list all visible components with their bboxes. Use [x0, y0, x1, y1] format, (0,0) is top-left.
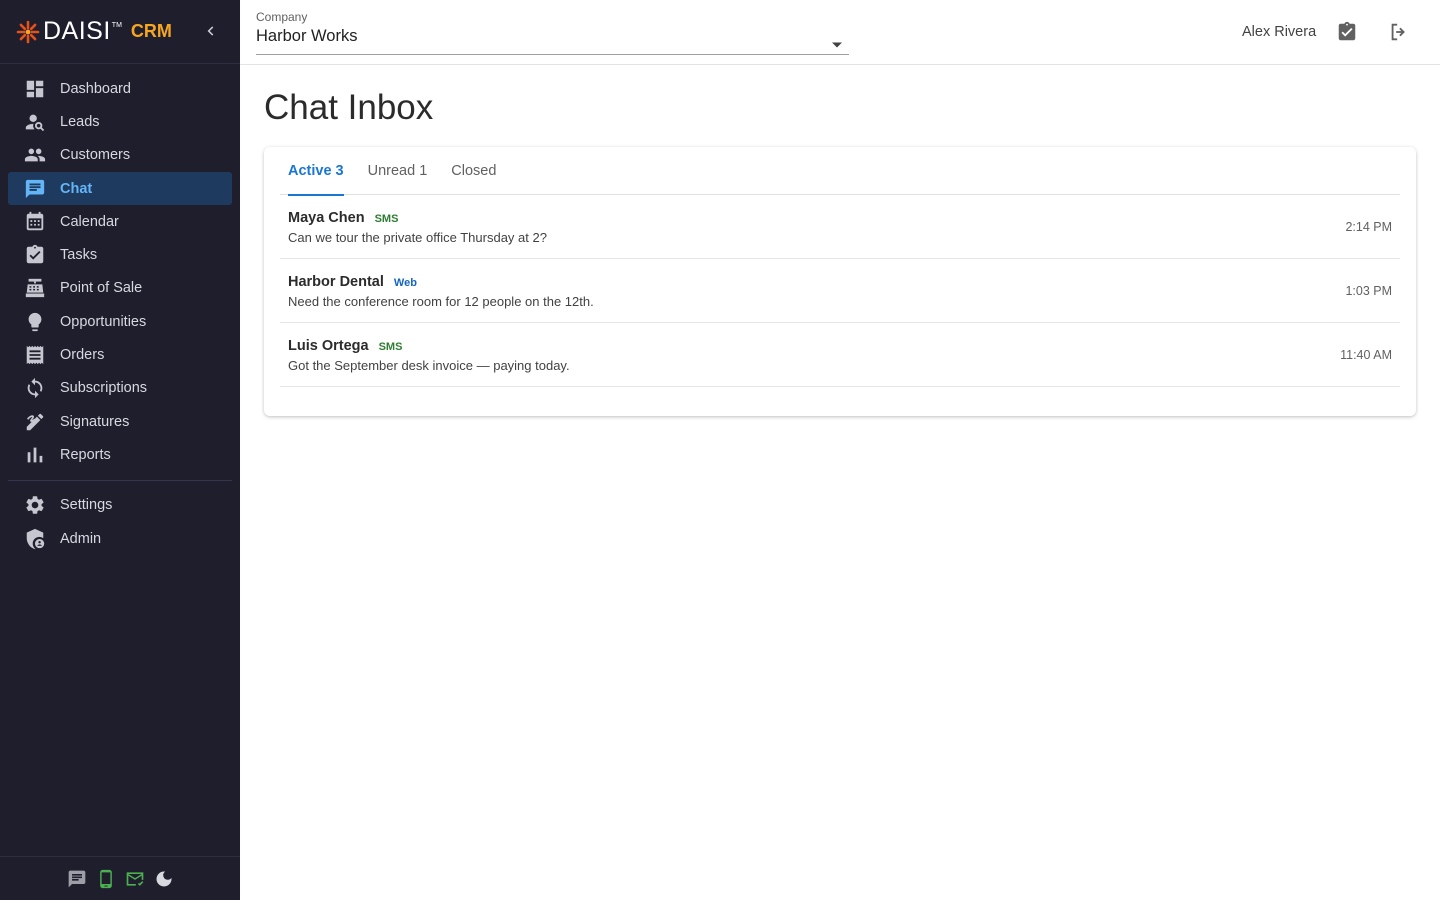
nav-label: Point of Sale [60, 280, 143, 297]
page-title: Chat Inbox [264, 88, 434, 127]
signature-icon [24, 411, 46, 433]
conversation-header: Harbor Dental Web [288, 274, 417, 290]
nav-item-orders[interactable]: Orders [8, 338, 232, 371]
top-bar: Company Harbor Works Alex Rivera [240, 0, 1440, 65]
nav-item-reports[interactable]: Reports [8, 438, 232, 471]
message-preview: Got the September desk invoice — paying … [288, 358, 570, 373]
sidebar-footer [0, 856, 240, 900]
nav-item-subscriptions[interactable]: Subscriptions [8, 372, 232, 405]
brand-product: CRM [130, 21, 172, 41]
nav-item-signatures[interactable]: Signatures [8, 405, 232, 438]
chat-inbox-card: Active 3 Unread 1 Closed Maya Chen SMS Ca… [264, 147, 1416, 416]
company-value: Harbor Works [256, 27, 358, 45]
lightbulb-icon [24, 311, 46, 333]
conversation-list: Maya Chen SMS Can we tour the private off… [280, 195, 1400, 387]
mail-check-icon[interactable] [125, 869, 145, 889]
main-nav: Dashboard Leads Customers Chat Calendar [0, 64, 240, 472]
daisy-flower-icon [16, 20, 40, 43]
nav-divider [8, 479, 232, 481]
conversation-row[interactable]: Harbor Dental Web Need the conference roo… [280, 259, 1400, 323]
conversation-header: Luis Ortega SMS [288, 338, 402, 354]
nav-item-settings[interactable]: Settings [8, 489, 232, 522]
nav-label: Settings [60, 497, 113, 514]
brand-header: DAISI TM CRM [0, 0, 240, 64]
nav-item-dashboard[interactable]: Dashboard [8, 72, 232, 105]
company-label: Company [256, 10, 308, 24]
nav-item-tasks[interactable]: Tasks [8, 238, 232, 271]
tab-closed[interactable]: Closed [451, 147, 496, 195]
message-preview: Need the conference room for 12 people o… [288, 294, 594, 309]
secondary-nav: Settings Admin [0, 489, 240, 556]
message-preview: Can we tour the private office Thursday … [288, 230, 547, 245]
message-time: 1:03 PM [1345, 284, 1392, 298]
phone-icon[interactable] [96, 869, 116, 889]
chevron-left-icon [207, 26, 214, 36]
conversation-row[interactable]: Luis Ortega SMS Got the September desk in… [280, 323, 1400, 387]
dashboard-icon [24, 78, 46, 100]
channel-badge: Web [393, 277, 417, 289]
nav-label: Tasks [60, 247, 98, 264]
tab-active[interactable]: Active 3 [288, 147, 344, 196]
calendar-icon [24, 211, 46, 233]
admin-shield-icon [24, 528, 46, 550]
nav-label: Reports [60, 446, 111, 463]
bar-chart-icon [24, 444, 46, 466]
nav-item-leads[interactable]: Leads [8, 105, 232, 138]
message-time: 11:40 AM [1340, 348, 1392, 362]
nav-label: Admin [60, 530, 102, 547]
nav-item-chat[interactable]: Chat [8, 171, 232, 206]
nav-label: Orders [60, 347, 105, 364]
contact-name: Harbor Dental [288, 274, 384, 290]
refresh-icon [24, 377, 46, 399]
sidebar: DAISI TM CRM Dashboard Leads Customers C… [0, 0, 240, 900]
message-icon[interactable] [67, 869, 87, 889]
gear-icon [24, 494, 46, 516]
nav-item-point-of-sale[interactable]: Point of Sale [8, 272, 232, 305]
person-search-icon [24, 111, 46, 133]
clipboard-check-icon[interactable] [1335, 20, 1359, 44]
nav-item-calendar[interactable]: Calendar [8, 205, 232, 238]
moon-icon[interactable] [154, 869, 174, 889]
sidebar-collapse-button[interactable] [200, 20, 222, 42]
receipt-icon [24, 344, 46, 366]
chat-icon [24, 178, 46, 200]
nav-label: Opportunities [60, 313, 147, 330]
channel-badge: SMS [378, 341, 403, 353]
caret-down-icon [831, 36, 843, 54]
nav-label: Calendar [60, 213, 119, 230]
nav-label: Customers [60, 147, 131, 164]
clipboard-check-icon [24, 244, 46, 266]
cash-register-icon [24, 277, 46, 299]
contact-name: Maya Chen [288, 210, 365, 226]
user-name[interactable]: Alex Rivera [1242, 24, 1316, 40]
nav-item-opportunities[interactable]: Opportunities [8, 305, 232, 338]
daisi-logo[interactable]: DAISI TM [16, 19, 122, 44]
nav-label: Dashboard [60, 80, 131, 97]
nav-item-customers[interactable]: Customers [8, 139, 232, 172]
logout-icon[interactable] [1387, 20, 1411, 44]
brand-trademark: TM [111, 22, 122, 29]
nav-label: Chat [60, 180, 93, 197]
inbox-tabs: Active 3 Unread 1 Closed [280, 147, 1400, 196]
brand-name: DAISI [43, 17, 111, 45]
channel-badge: SMS [374, 213, 399, 225]
conversation-row[interactable]: Maya Chen SMS Can we tour the private off… [280, 195, 1400, 259]
people-icon [24, 144, 46, 166]
contact-name: Luis Ortega [288, 338, 369, 354]
nav-label: Leads [60, 113, 100, 130]
message-time: 2:14 PM [1345, 220, 1392, 234]
nav-label: Signatures [60, 413, 130, 430]
company-select[interactable]: Company Harbor Works [256, 10, 849, 55]
nav-item-admin[interactable]: Admin [8, 522, 232, 555]
tab-unread[interactable]: Unread 1 [368, 147, 428, 195]
conversation-header: Maya Chen SMS [288, 210, 398, 226]
nav-label: Subscriptions [60, 380, 148, 397]
